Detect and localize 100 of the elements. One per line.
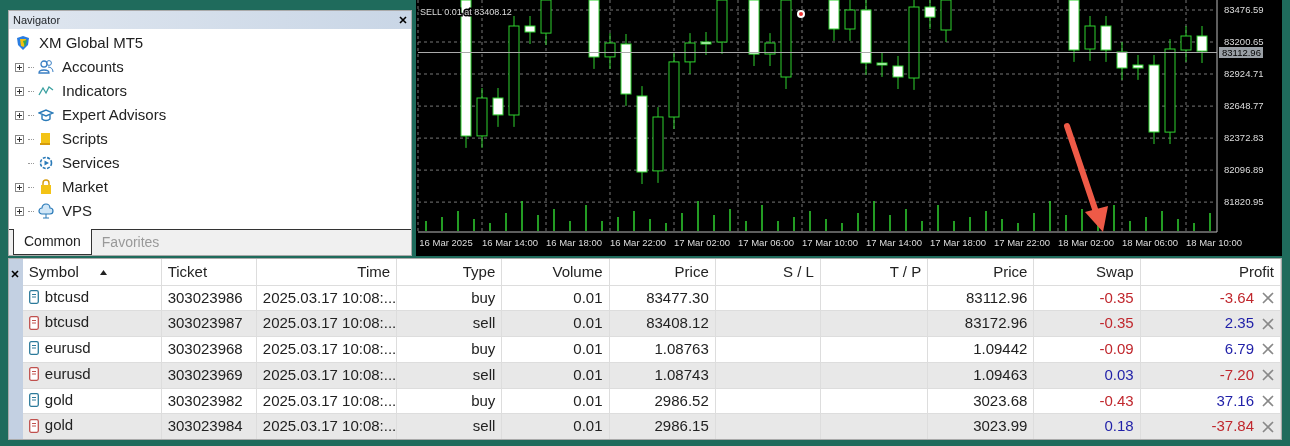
candle xyxy=(1116,41,1128,81)
table-cell: 0.03 xyxy=(1033,362,1141,388)
time-label: 17 Mar 22:00 xyxy=(994,237,1050,248)
time-label: 16 Mar 14:00 xyxy=(482,237,538,248)
close-icon[interactable] xyxy=(399,16,407,24)
tab[interactable]: Common xyxy=(13,229,92,255)
time-label: 17 Mar 14:00 xyxy=(866,237,922,248)
column-header[interactable]: Symbol xyxy=(28,260,79,283)
candle xyxy=(524,15,536,45)
candle xyxy=(1068,0,1080,63)
close-icon[interactable] xyxy=(11,269,19,278)
time-label: 16 Mar 2025 xyxy=(419,237,473,248)
time-label: 17 Mar 10:00 xyxy=(802,237,858,248)
expand-icon[interactable] xyxy=(15,182,24,192)
cloud-icon xyxy=(38,203,54,219)
tree-item[interactable]: Scripts xyxy=(62,127,108,151)
gear-icon xyxy=(38,155,54,171)
table-cell: -0.35 xyxy=(1033,310,1141,337)
candle xyxy=(1084,15,1096,62)
tree-item[interactable]: Services xyxy=(62,151,120,175)
table-cell: 2025.03.17 10:08:... xyxy=(256,310,397,337)
table-cell-text: -3.64 xyxy=(1219,287,1254,308)
table-cell: 83172.96 xyxy=(927,310,1034,337)
time-label: 17 Mar 02:00 xyxy=(674,237,730,248)
table-cell: 303023984 xyxy=(161,413,257,439)
candle xyxy=(764,32,776,67)
candle xyxy=(1132,54,1144,81)
tree-item[interactable]: VPS xyxy=(62,199,92,223)
expand-icon[interactable] xyxy=(15,134,24,144)
graduation-cap-icon xyxy=(38,107,54,123)
trade-marker-icon xyxy=(797,10,805,18)
tree-item[interactable]: Indicators xyxy=(62,79,128,103)
candle xyxy=(1180,25,1192,63)
sort-icon[interactable] xyxy=(99,270,107,276)
expand-icon[interactable] xyxy=(15,62,24,72)
expand-icon[interactable] xyxy=(15,86,24,96)
column-header[interactable]: S / L xyxy=(715,259,821,285)
table-cell: 303023987 xyxy=(161,310,257,337)
tree-root[interactable]: XM Global MT5 xyxy=(39,31,144,55)
table-cell: 2025.03.17 10:08:... xyxy=(256,413,397,439)
tree-item[interactable]: Accounts xyxy=(62,55,124,79)
candle xyxy=(876,52,888,78)
price-label: 82648.77 xyxy=(1224,100,1264,112)
column-header[interactable]: Ticket xyxy=(161,259,257,285)
table-cell-text: -37.84 xyxy=(1211,416,1254,437)
table-cell-text: 37.16 xyxy=(1216,390,1254,411)
column-header[interactable]: Price xyxy=(609,259,716,285)
table-cell: 0.01 xyxy=(501,413,610,439)
logo-icon xyxy=(15,35,31,51)
table-cell-text: gold xyxy=(44,415,74,436)
expand-icon[interactable] xyxy=(15,206,24,216)
time-label: 17 Mar 06:00 xyxy=(738,237,794,248)
time-label: 18 Mar 10:00 xyxy=(1186,237,1242,248)
candle xyxy=(892,55,904,90)
table-cell: 0.01 xyxy=(501,362,610,388)
table-cell: 2025.03.17 10:08:... xyxy=(256,362,397,388)
column-header[interactable]: Time xyxy=(256,259,397,285)
column-header[interactable]: Price xyxy=(927,259,1034,285)
candle xyxy=(700,31,712,56)
price-label: 83200.65 xyxy=(1224,36,1264,47)
table-cell-text: 2.35 xyxy=(1224,313,1254,334)
table-cell: 83408.12 xyxy=(609,310,716,337)
column-header[interactable]: Profit xyxy=(1140,259,1281,285)
time-label: 18 Mar 02:00 xyxy=(1058,237,1114,248)
people-icon xyxy=(38,59,54,75)
price-label: 82372.83 xyxy=(1224,132,1264,144)
candle xyxy=(588,0,600,70)
price-label: 82096.89 xyxy=(1224,164,1264,176)
column-header[interactable]: T / P xyxy=(820,259,928,285)
candle xyxy=(476,87,488,149)
table-cell: sell xyxy=(396,362,502,388)
candle xyxy=(924,0,936,30)
table-cell-text: 6.79 xyxy=(1224,339,1254,360)
tree-item[interactable]: Market xyxy=(62,175,108,199)
time-label: 16 Mar 18:00 xyxy=(546,237,602,248)
table-cell: 1.09463 xyxy=(927,362,1034,388)
column-header[interactable]: Type xyxy=(396,259,502,285)
current-price: 83112.96 xyxy=(1219,47,1263,58)
table-cell: 0.01 xyxy=(501,310,610,337)
time-label: 16 Mar 22:00 xyxy=(610,237,666,248)
table-cell: 2986.15 xyxy=(609,413,716,439)
table-cell: 3023.99 xyxy=(927,413,1034,439)
price-label: 81820.95 xyxy=(1224,196,1264,208)
table-cell: sell xyxy=(396,310,502,337)
expand-icon[interactable] xyxy=(15,110,24,120)
table-cell-text: eurusd xyxy=(44,363,91,384)
table-cell-text: btcusd xyxy=(44,286,90,307)
tree-item[interactable]: Expert Advisors xyxy=(62,103,167,127)
candle xyxy=(1196,25,1208,64)
panel-title: Navigator xyxy=(13,12,61,28)
table-cell-text: eurusd xyxy=(44,338,91,358)
candle xyxy=(828,0,840,42)
price-label: 82924.71 xyxy=(1224,68,1264,79)
candle xyxy=(492,87,504,128)
candle xyxy=(1100,15,1112,63)
table-cell-text: -7.20 xyxy=(1219,364,1254,385)
table-cell: 303023969 xyxy=(161,362,257,388)
column-header[interactable]: Volume xyxy=(501,259,610,285)
column-header[interactable]: Swap xyxy=(1033,259,1141,285)
table-cell: 0.18 xyxy=(1033,413,1141,439)
